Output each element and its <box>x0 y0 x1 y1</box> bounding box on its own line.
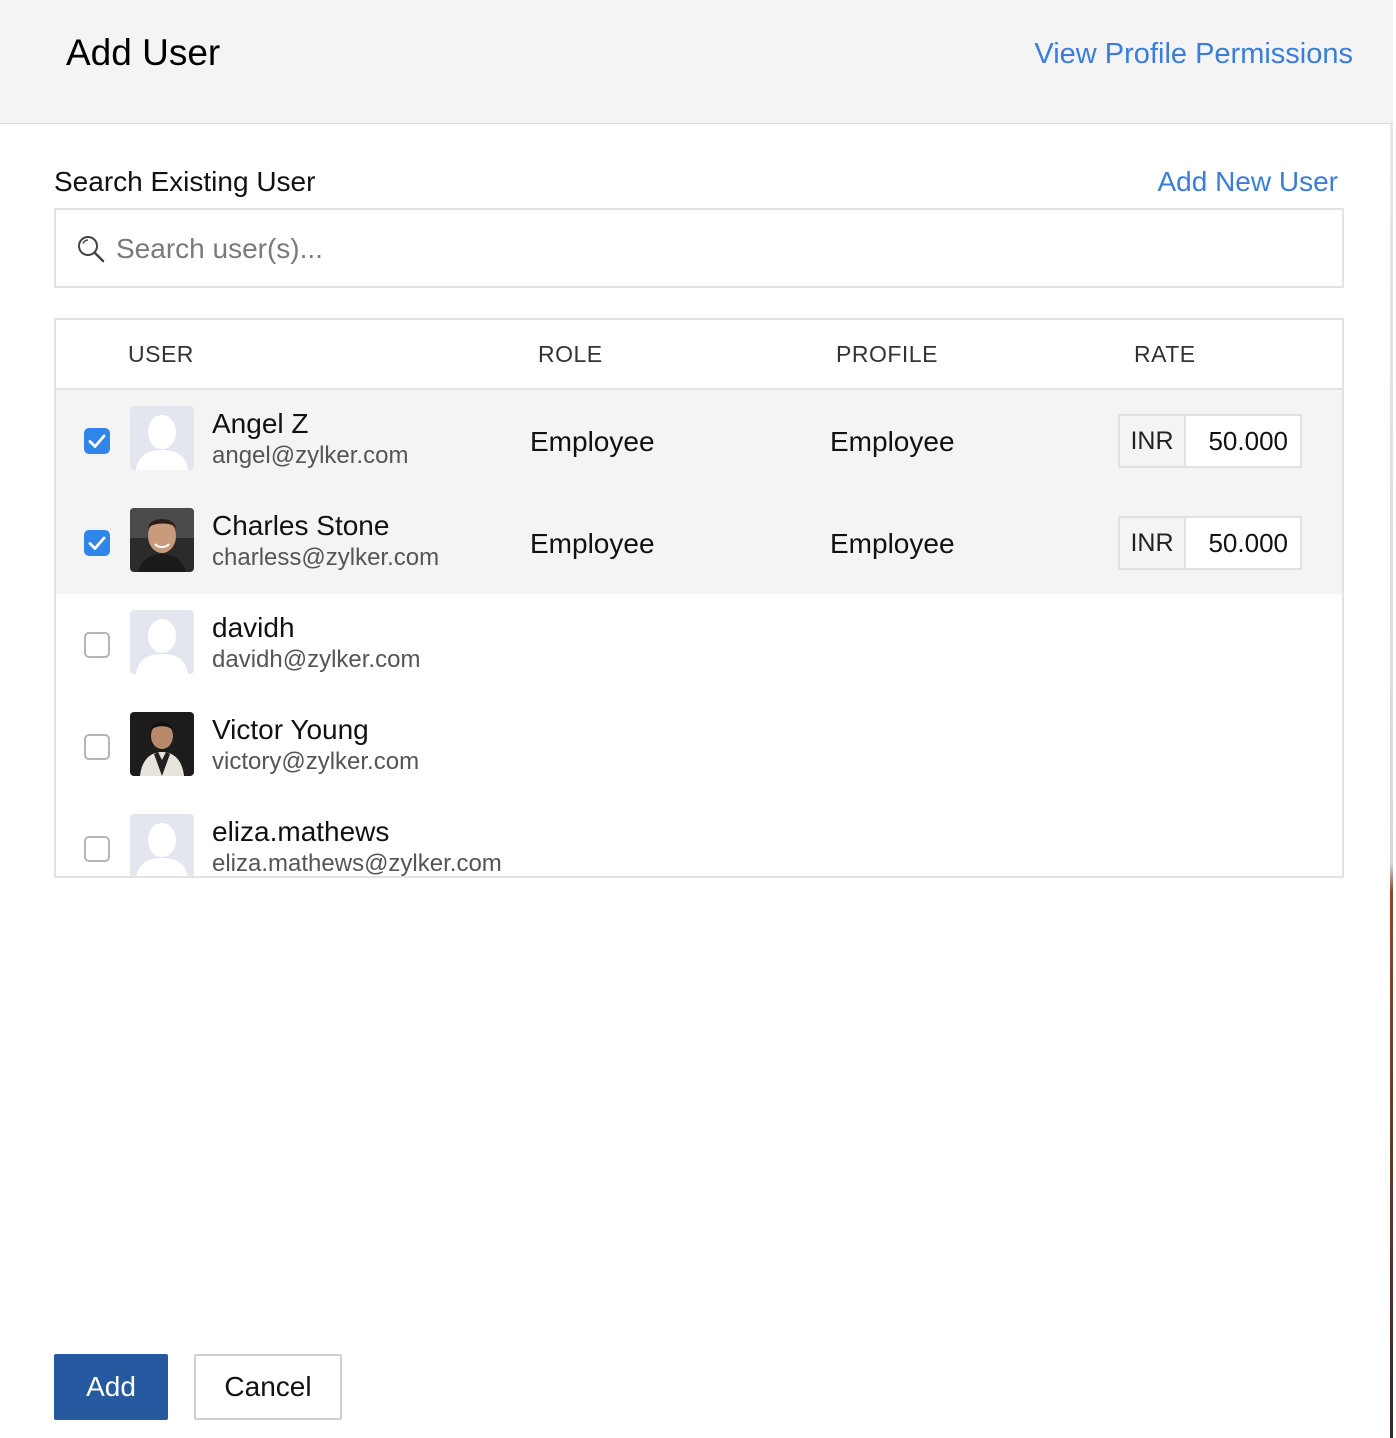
table-row[interactable]: Charles Stone charless@zylker.com Employ… <box>56 492 1342 594</box>
user-profile: Employee <box>830 528 955 559</box>
search-box <box>54 208 1344 288</box>
background-edge <box>1390 0 1393 1438</box>
row-checkbox[interactable] <box>84 530 110 556</box>
search-existing-user-label: Search Existing User <box>54 166 316 197</box>
dialog-header: Add User View Profile Permissions <box>0 0 1393 124</box>
table-row[interactable]: Victor Young victory@zylker.com <box>56 696 1342 798</box>
row-checkbox[interactable] <box>84 734 110 760</box>
user-email: eliza.mathews@zylker.com <box>212 850 502 877</box>
user-email: davidh@zylker.com <box>212 646 421 673</box>
user-name: Victor Young <box>212 714 369 745</box>
table-row[interactable]: eliza.mathews eliza.mathews@zylker.com <box>56 798 1342 877</box>
avatar <box>130 814 194 876</box>
dialog-title: Add User <box>66 32 221 73</box>
user-profile: Employee <box>830 426 955 457</box>
avatar <box>130 508 194 572</box>
rate-input[interactable] <box>1186 416 1300 466</box>
row-checkbox[interactable] <box>84 836 110 862</box>
avatar <box>130 610 194 674</box>
user-email: angel@zylker.com <box>212 442 409 469</box>
rate-field: INR <box>1118 516 1302 570</box>
table-header: USER ROLE PROFILE RATE <box>56 320 1342 390</box>
add-user-dialog: Add User View Profile Permissions Search… <box>0 0 1393 1438</box>
check-icon <box>88 536 106 550</box>
view-profile-permissions-link[interactable]: View Profile Permissions <box>1034 38 1353 71</box>
table-row[interactable]: davidh davidh@zylker.com <box>56 594 1342 696</box>
user-name: davidh <box>212 612 295 643</box>
user-email: charless@zylker.com <box>212 544 440 571</box>
user-name: Angel Z <box>212 408 309 439</box>
column-header-role: ROLE <box>538 341 603 367</box>
column-header-user: USER <box>128 341 194 367</box>
add-new-user-link[interactable]: Add New User <box>1157 166 1338 198</box>
search-input[interactable] <box>116 224 1316 274</box>
rate-field: INR <box>1118 414 1302 468</box>
rate-input[interactable] <box>1186 518 1300 568</box>
user-name: eliza.mathews <box>212 816 390 847</box>
column-header-profile: PROFILE <box>836 341 938 367</box>
rate-currency: INR <box>1120 416 1186 466</box>
table-row[interactable]: Angel Z angel@zylker.com Employee Employ… <box>56 390 1342 492</box>
user-email: victory@zylker.com <box>212 748 420 775</box>
add-button[interactable]: Add <box>54 1354 168 1420</box>
search-icon <box>76 234 106 264</box>
user-name: Charles Stone <box>212 510 390 541</box>
users-table: USER ROLE PROFILE RATE Angel Z angel@zyl… <box>54 318 1344 878</box>
rate-currency: INR <box>1120 518 1186 568</box>
check-icon <box>88 434 106 448</box>
avatar <box>130 406 194 470</box>
column-header-rate: RATE <box>1134 341 1196 367</box>
user-role: Employee <box>530 528 655 559</box>
user-role: Employee <box>530 426 655 457</box>
row-checkbox[interactable] <box>84 428 110 454</box>
avatar <box>130 712 194 776</box>
row-checkbox[interactable] <box>84 632 110 658</box>
cancel-button[interactable]: Cancel <box>194 1354 342 1420</box>
